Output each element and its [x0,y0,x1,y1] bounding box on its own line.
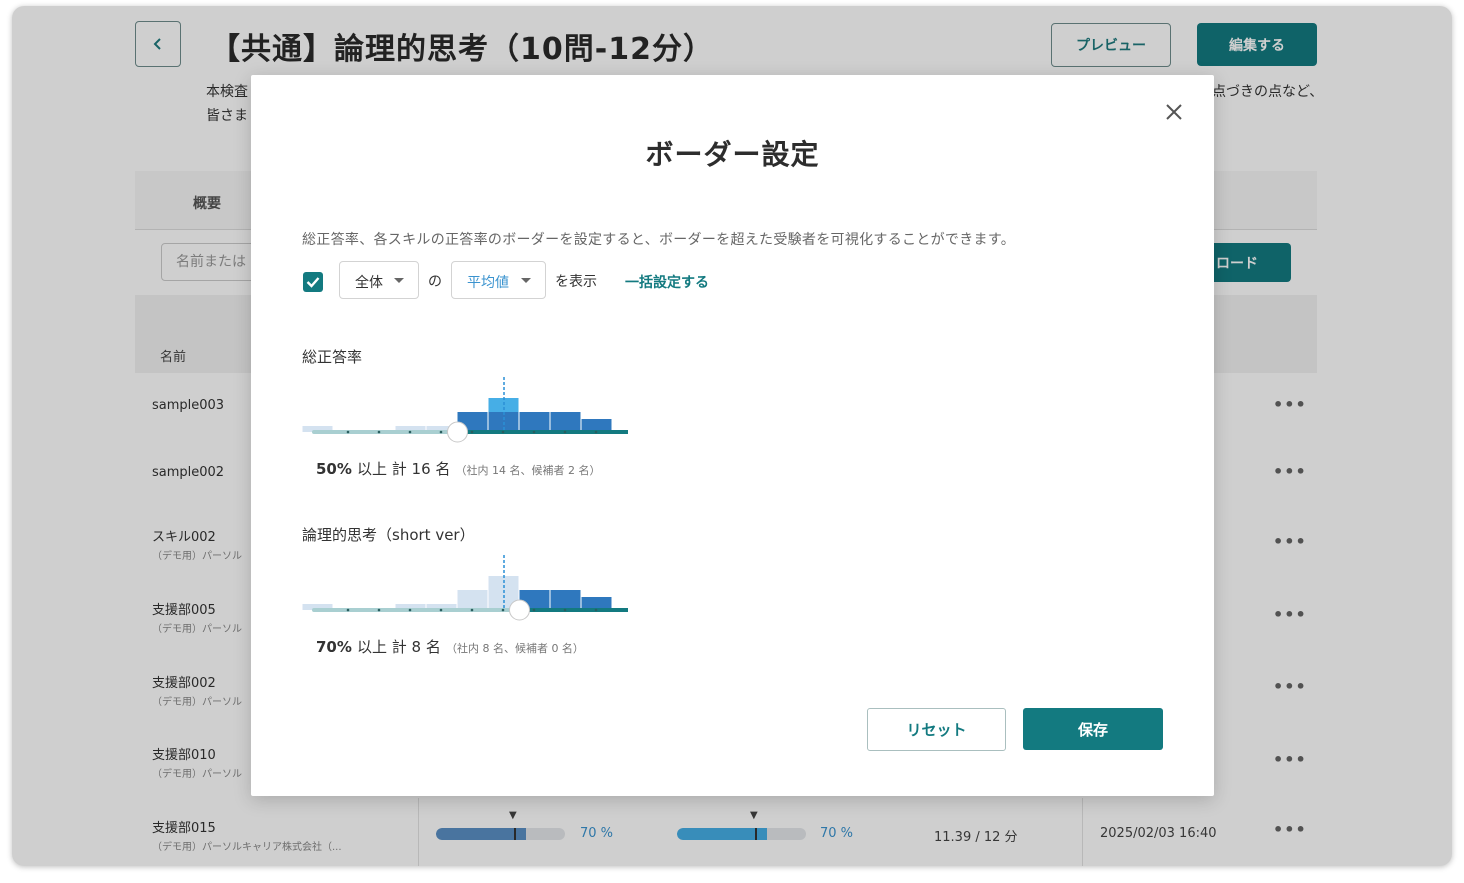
threshold-label: 50% [316,460,352,478]
summary-total: 50% 以上 計 16 名 （社内 14 名、候補者 2 名） [316,458,600,479]
histogram-bar [457,590,488,610]
slider-tick [501,430,505,434]
slider-tick [408,430,412,434]
slider-tick [439,608,443,612]
section-label-total: 総正答率 [302,348,363,366]
slider-tick [470,430,474,434]
summary-count: 以上 計 16 名 [357,460,451,478]
histogram-logical-thinking[interactable] [302,553,632,623]
summary-count: 以上 計 8 名 [357,638,441,656]
summary-breakdown: （社内 14 名、候補者 2 名） [455,464,601,477]
slider-tick [470,608,474,612]
slider-tick [408,608,412,612]
slider-tick [377,608,381,612]
close-icon[interactable] [1163,101,1185,123]
checkmark-icon [306,277,320,288]
histogram-total[interactable] [302,375,632,445]
scope-select-value: 全体 [355,275,383,291]
summary-logical-thinking: 70% 以上 計 8 名 （社内 8 名、候補者 0 名） [316,636,584,657]
section-label-logical-thinking: 論理的思考（short ver） [302,526,475,544]
slider-handle[interactable] [509,599,530,621]
border-settings-dialog: ボーダー設定 総正答率、各スキルの正答率のボーダーを設定すると、ボーダーを超えた… [251,75,1214,796]
reset-button[interactable]: リセット [867,708,1006,751]
threshold-label: 70% [316,638,352,656]
connector-text: の [428,274,442,290]
slider-tick [439,430,443,434]
histogram-bar [519,412,550,432]
slider-tick [594,608,598,612]
slider-tick [563,430,567,434]
scope-select[interactable]: 全体 [339,261,419,299]
app-window: 【共通】論理的思考（10問-12分） プレビュー 編集する 本検査 点づきの点な… [12,6,1452,866]
chevron-down-icon [521,278,531,283]
dialog-description: 総正答率、各スキルの正答率のボーダーを設定すると、ボーダーを超えた受験者を可視化… [302,232,1016,248]
show-text: を表示 [555,274,597,290]
slider-tick [346,430,350,434]
slider-tick [532,430,536,434]
summary-breakdown: （社内 8 名、候補者 0 名） [445,642,584,655]
slider-handle[interactable] [447,421,468,443]
save-button[interactable]: 保存 [1023,708,1163,750]
display-checkbox[interactable] [303,272,323,292]
chevron-down-icon [394,278,404,283]
slider-tick [377,430,381,434]
slider-tick [346,608,350,612]
slider-tick [532,608,536,612]
histogram-bar [550,412,581,432]
bulk-settings-link[interactable]: 一括設定する [625,272,709,292]
dialog-title: ボーダー設定 [645,138,820,171]
slider-tick [594,430,598,434]
stat-select[interactable]: 平均値 [451,261,546,299]
slider-tick [501,608,505,612]
stat-select-value: 平均値 [467,275,509,291]
histogram-bar [550,590,581,610]
slider-tick [563,608,567,612]
